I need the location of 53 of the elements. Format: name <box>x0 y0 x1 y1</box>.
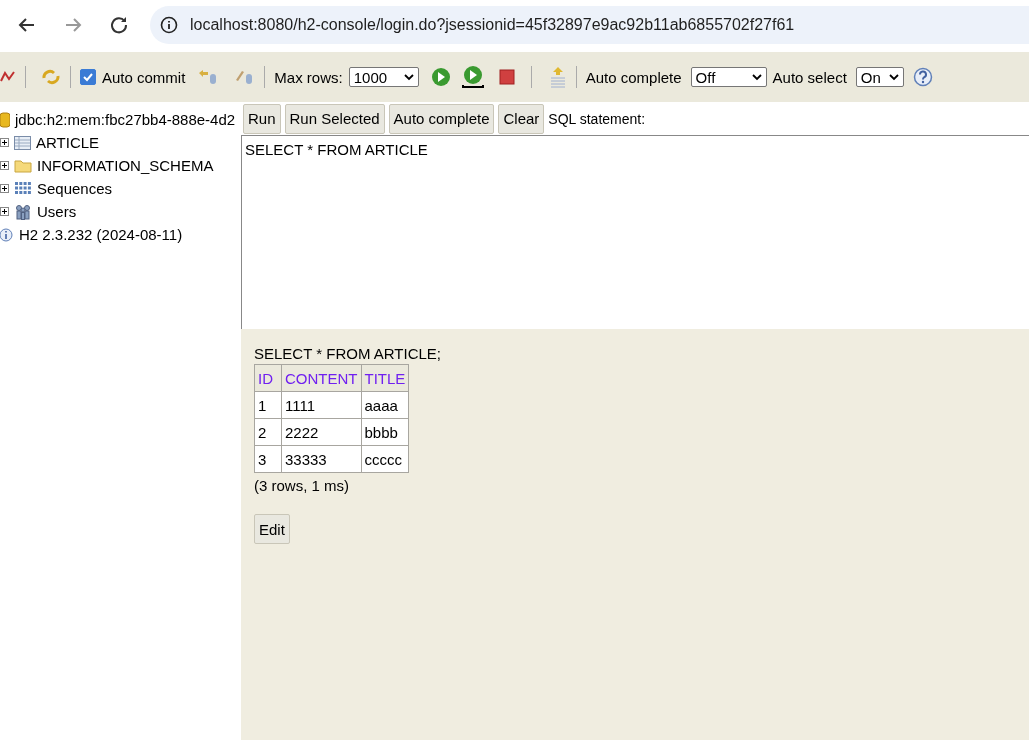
chevron-down-icon <box>751 73 762 81</box>
help-icon[interactable] <box>912 67 933 87</box>
query-button[interactable]: Clear <box>498 103 545 134</box>
address-bar[interactable]: localhost:8080/h2-console/login.do?jsessionid=45f32897e9ac92b11ab6855702f27f61 <box>150 6 1029 44</box>
run-selected-icon[interactable] <box>460 65 485 89</box>
users-icon <box>14 203 32 220</box>
max-rows-label: Max rows: <box>274 68 343 86</box>
database-icon <box>0 111 10 128</box>
chevron-down-icon <box>888 73 899 81</box>
table-cell: 3 <box>254 445 282 473</box>
expand-icon[interactable] <box>0 161 9 170</box>
expand-icon[interactable] <box>0 184 9 193</box>
table-cell: 2 <box>254 418 282 446</box>
sql-statement-label: SQL statement: <box>548 110 646 127</box>
auto-complete-label: Auto complete <box>585 68 682 86</box>
edit-button[interactable]: Edit <box>254 514 290 544</box>
table-cell: 1 <box>254 391 282 419</box>
reload-icon[interactable] <box>109 15 129 35</box>
connection-label: jdbc:h2:mem:fbc27bb4-888e-4d2 <box>15 111 236 128</box>
result-summary: (3 rows, 1 ms) <box>254 477 349 494</box>
column-header[interactable]: ID <box>254 364 282 392</box>
run-icon[interactable] <box>430 67 451 87</box>
query-button[interactable]: Run Selected <box>284 103 385 134</box>
result-statement: SELECT * FROM ARTICLE; <box>254 345 441 362</box>
folder-icon <box>14 158 32 173</box>
auto-complete-select[interactable]: Off <box>690 67 767 87</box>
query-button[interactable]: Auto complete <box>388 103 495 134</box>
url-text: localhost:8080/h2-console/login.do?jsessionid=45f32897e9ac92b11ab6855702f27f61 <box>190 16 795 34</box>
expand-icon[interactable] <box>0 138 9 147</box>
grid-icon <box>14 181 32 196</box>
info-icon <box>0 226 14 243</box>
auto-commit-checkbox[interactable] <box>80 69 96 85</box>
auto-select-label: Auto select <box>772 68 847 86</box>
tree-item[interactable]: ARTICLE <box>36 134 100 151</box>
query-button[interactable]: Run <box>243 103 281 134</box>
expand-icon[interactable] <box>0 207 9 216</box>
max-rows-select[interactable]: 1000 <box>348 67 419 87</box>
stop-icon[interactable] <box>498 69 515 85</box>
table-cell: 1111 <box>281 391 361 419</box>
column-header[interactable]: TITLE <box>361 364 409 392</box>
chevron-down-icon <box>403 73 414 81</box>
sql-editor[interactable]: SELECT * FROM ARTICLE <box>241 135 1029 329</box>
auto-commit-label: Auto commit <box>102 68 186 86</box>
column-header[interactable]: CONTENT <box>281 364 361 392</box>
tree-item[interactable]: Sequences <box>37 180 113 197</box>
version-label: H2 2.3.232 (2024-08-11) <box>19 226 183 243</box>
table-icon <box>14 135 31 150</box>
table-cell: 33333 <box>281 445 361 473</box>
info-icon[interactable] <box>160 16 178 34</box>
tree-item[interactable]: Users <box>37 203 77 220</box>
tree-item[interactable]: INFORMATION_SCHEMA <box>37 157 214 174</box>
auto-select-select[interactable]: On <box>855 67 904 87</box>
table-cell: 2222 <box>281 418 361 446</box>
